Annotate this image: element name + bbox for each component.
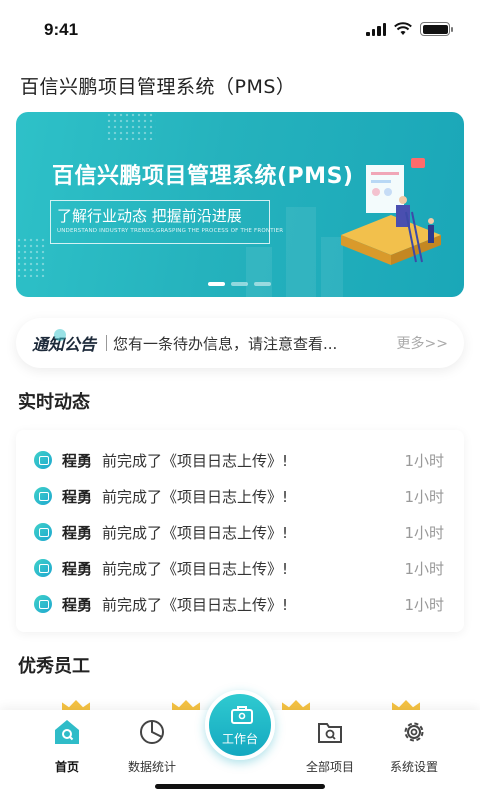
feed-item[interactable]: 程勇 前完成了《项目日志上传》! 1小时 xyxy=(16,442,464,478)
folder-search-icon xyxy=(318,723,342,743)
battery-icon xyxy=(420,22,453,36)
feed-item[interactable]: 程勇 前完成了《项目日志上传》! 1小时 xyxy=(16,586,464,622)
feed-item[interactable]: 程勇 前完成了《项目日志上传》! 1小时 xyxy=(16,514,464,550)
tab-settings[interactable]: 系统设置 xyxy=(374,718,454,775)
message-icon xyxy=(34,451,52,469)
home-indicator xyxy=(155,784,325,789)
tab-home[interactable]: 首页 xyxy=(27,718,107,775)
notice-bar[interactable]: 通知公告 您有一条待办信息，请注意查看... 更多>> xyxy=(16,318,464,368)
status-time: 9:41 xyxy=(44,20,79,39)
feed-time: 1小时 xyxy=(404,595,444,614)
dot-pattern-decoration xyxy=(106,112,156,140)
feed-item[interactable]: 程勇 前完成了《项目日志上传》! 1小时 xyxy=(16,550,464,586)
feed-user-name: 程勇 xyxy=(62,487,93,506)
gear-icon xyxy=(404,722,424,742)
feed-user-name: 程勇 xyxy=(62,595,93,614)
banner-subtitle-box: 了解行业动态 把握前沿进展 UNDERSTAND INDUSTRY TRENDS… xyxy=(50,200,283,244)
workbench-label: 工作台 xyxy=(221,732,258,746)
section-title-realtime: 实时动态 xyxy=(18,392,90,413)
tab-label: 全部项目 xyxy=(305,760,354,774)
building-decoration xyxy=(286,207,316,297)
feed-user-name: 程勇 xyxy=(62,559,93,578)
tab-stats[interactable]: 数据统计 xyxy=(112,718,192,775)
feed-time: 1小时 xyxy=(404,451,444,470)
feed-action: 前完成了《项目日志上传》! xyxy=(102,523,289,542)
feed-action: 前完成了《项目日志上传》! xyxy=(102,559,289,578)
banner-carousel[interactable]: 百信兴鹏项目管理系统(PMS) 了解行业动态 把握前沿进展 UNDERSTAND… xyxy=(16,112,464,297)
wifi-icon xyxy=(394,22,412,35)
feed-user-name: 程勇 xyxy=(62,523,93,542)
notice-more-link[interactable]: 更多>> xyxy=(397,333,448,353)
message-icon xyxy=(34,559,52,577)
briefcase-icon xyxy=(231,706,253,724)
carousel-indicator[interactable] xyxy=(208,282,271,286)
status-bar: 9:41 xyxy=(0,0,480,60)
message-icon xyxy=(34,595,52,613)
feed-action: 前完成了《项目日志上传》! xyxy=(102,487,289,506)
tab-label: 首页 xyxy=(54,760,79,774)
tab-label: 数据统计 xyxy=(127,760,176,774)
feed-time: 1小时 xyxy=(404,487,444,506)
carousel-dot[interactable] xyxy=(254,282,271,286)
feed-item[interactable]: 程勇 前完成了《项目日志上传》! 1小时 xyxy=(16,478,464,514)
feed-time: 1小时 xyxy=(404,523,444,542)
app-title: 百信兴鹏项目管理系统（PMS） xyxy=(20,76,296,98)
message-icon xyxy=(34,487,52,505)
activity-feed: 程勇 前完成了《项目日志上传》! 1小时 程勇 前完成了《项目日志上传》! 1小… xyxy=(16,430,464,632)
pie-chart-icon xyxy=(140,720,164,744)
status-icons xyxy=(366,22,453,36)
feed-action: 前完成了《项目日志上传》! xyxy=(102,451,289,470)
tab-projects[interactable]: 全部项目 xyxy=(290,718,370,775)
notice-text[interactable]: 您有一条待办信息，请注意查看... xyxy=(113,333,363,354)
office-illustration xyxy=(341,158,441,265)
feed-user-name: 程勇 xyxy=(62,451,93,470)
tab-label: 系统设置 xyxy=(389,760,438,774)
message-icon xyxy=(34,523,52,541)
divider xyxy=(106,335,108,351)
feed-time: 1小时 xyxy=(404,559,444,578)
banner-subtitle: 了解行业动态 把握前沿进展 xyxy=(57,207,242,225)
feed-action: 前完成了《项目日志上传》! xyxy=(102,595,289,614)
banner-subtitle-en: UNDERSTAND INDUSTRY TRENDS,GRASPING THE … xyxy=(57,228,284,234)
carousel-dot[interactable] xyxy=(231,282,248,286)
signal-icon xyxy=(366,22,386,36)
dot-pattern-decoration xyxy=(16,237,46,277)
workbench-button[interactable]: 工作台 xyxy=(205,690,275,760)
notice-tag: 通知公告 xyxy=(32,329,96,355)
home-icon xyxy=(55,720,79,744)
building-decoration xyxy=(246,247,272,297)
carousel-dot[interactable] xyxy=(208,282,225,286)
section-title-employees: 优秀员工 xyxy=(18,656,90,677)
banner-heading: 百信兴鹏项目管理系统(PMS) xyxy=(52,164,354,189)
